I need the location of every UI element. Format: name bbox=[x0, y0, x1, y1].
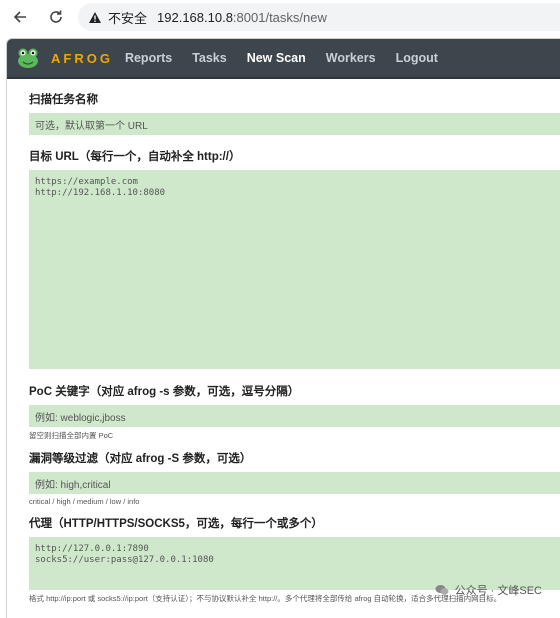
nav-logout[interactable]: Logout bbox=[396, 51, 438, 65]
back-arrow-icon[interactable] bbox=[8, 5, 32, 29]
browser-toolbar: 不安全 192.168.10.8:8001/tasks/new bbox=[0, 0, 560, 34]
task-name-label: 扫描任务名称 bbox=[29, 94, 98, 106]
watermark-text: 公众号 · 文峰SEC bbox=[454, 585, 542, 597]
poc-keywords-input[interactable]: 例如: weblogic,jboss bbox=[29, 405, 560, 427]
nav-tasks[interactable]: Tasks bbox=[192, 51, 227, 65]
brand-name[interactable]: AFROG bbox=[51, 51, 113, 66]
top-navbar: AFROG Reports Tasks New Scan Workers Log… bbox=[7, 39, 560, 79]
url-host: 192.168.10.8 bbox=[157, 9, 233, 25]
proxy-label: 代理（HTTP/HTTPS/SOCKS5，可选，每行一个或多个） bbox=[29, 518, 323, 530]
new-scan-form: 扫描任务名称 可选，默认取第一个 URL 目标 URL（每行一个，自动补全 ht… bbox=[7, 79, 560, 604]
poc-keywords-label: PoC 关键字（对应 afrog -s 参数，可选，逗号分隔） bbox=[29, 386, 300, 398]
warning-icon bbox=[88, 11, 102, 24]
reload-icon[interactable] bbox=[44, 5, 68, 29]
target-urls-label: 目标 URL（每行一个，自动补全 http://） bbox=[29, 151, 241, 163]
poc-keywords-hint: 留空则扫描全部内置 PoC bbox=[29, 431, 114, 440]
severity-input[interactable]: 例如: high,critical bbox=[29, 472, 560, 494]
watermark: 公众号 · 文峰SEC bbox=[435, 582, 542, 598]
nav-reports[interactable]: Reports bbox=[125, 51, 172, 65]
address-bar[interactable]: 不安全 192.168.10.8:8001/tasks/new bbox=[78, 3, 560, 31]
severity-label: 漏洞等级过滤（对应 afrog -S 参数，可选） bbox=[29, 453, 252, 465]
security-label[interactable]: 不安全 bbox=[108, 8, 147, 27]
app-window: AFROG Reports Tasks New Scan Workers Log… bbox=[6, 38, 560, 618]
url-path: :8001/tasks/new bbox=[232, 9, 327, 25]
task-name-input[interactable]: 可选，默认取第一个 URL bbox=[29, 113, 560, 135]
nav-workers[interactable]: Workers bbox=[326, 51, 376, 65]
frog-logo-icon[interactable] bbox=[15, 45, 41, 71]
target-urls-textarea[interactable]: https://example.com http://192.168.1.10:… bbox=[29, 170, 560, 369]
nav-new-scan[interactable]: New Scan bbox=[247, 51, 306, 65]
severity-hint: critical / high / medium / low / info bbox=[29, 497, 140, 506]
wechat-icon bbox=[435, 584, 449, 596]
